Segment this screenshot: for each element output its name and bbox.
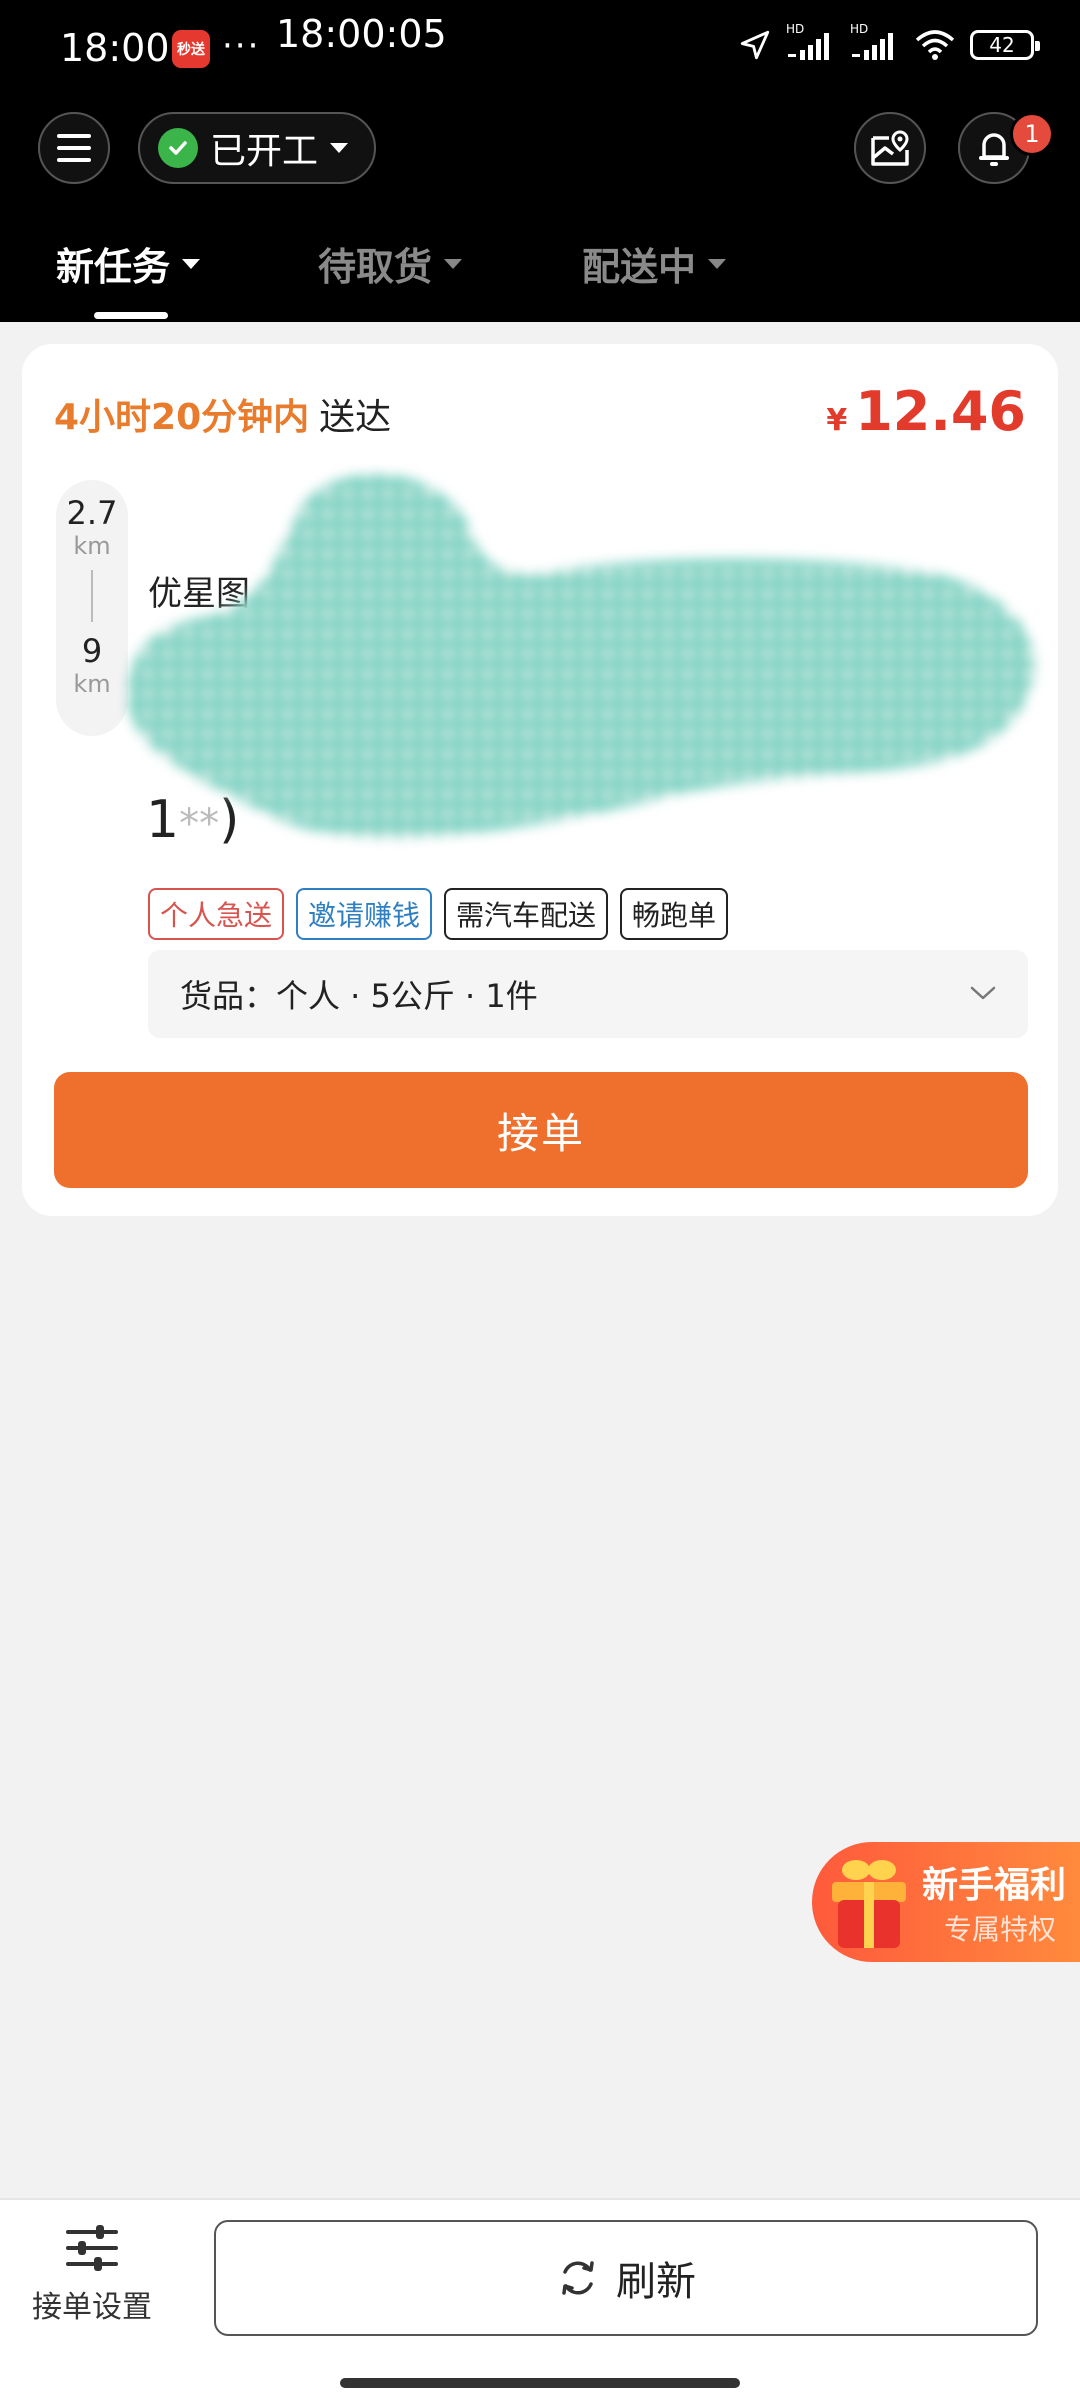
top-bar: 18:00 秒送 ··· 18:00:05 HD HD 42 已开工 1 新任务… xyxy=(0,0,1080,322)
order-settings-button[interactable]: 接单设置 xyxy=(20,2224,164,2326)
signal-2-label: HD xyxy=(850,22,869,36)
hamburger-icon xyxy=(57,134,91,162)
tag-personal-urgent: 个人急送 xyxy=(148,888,285,940)
refresh-icon xyxy=(562,2261,594,2295)
refresh-label: 刷新 xyxy=(616,2259,696,2305)
map-button[interactable] xyxy=(854,112,926,184)
work-status-label: 已开工 xyxy=(210,131,319,172)
tag-car-delivery: 需汽车配送 xyxy=(444,888,609,940)
pickup-distance: 2.7 xyxy=(66,494,118,532)
status-bar: 18:00 秒送 ··· 18:00:05 HD HD 42 xyxy=(0,0,1080,100)
goods-info: 货品：个人 · 5公斤 · 1件 xyxy=(180,977,538,1015)
delivery-distance-unit: km xyxy=(73,670,111,698)
promo-title: 新手福利 xyxy=(922,1865,1067,1906)
order-tags: 个人急送 邀请赚钱 需汽车配送 畅跑单 xyxy=(148,888,729,940)
pickup-distance-unit: km xyxy=(73,532,111,560)
tag-invite-earn[interactable]: 邀请赚钱 xyxy=(296,888,433,940)
caret-down-icon xyxy=(182,258,201,269)
bell-icon xyxy=(979,133,1009,166)
price-amount: 12.46 xyxy=(855,380,1026,443)
active-tab-indicator xyxy=(94,312,168,319)
menu-button[interactable] xyxy=(38,112,110,184)
promo-subtitle: 专属特权 xyxy=(944,1913,1057,1946)
distance-divider xyxy=(91,570,93,622)
signal-1-label: HD xyxy=(786,22,805,36)
tab-label: 新任务 xyxy=(56,245,171,289)
tab-new-tasks[interactable]: 新任务 xyxy=(56,236,201,291)
privacy-mask xyxy=(127,474,1035,838)
caret-down-icon xyxy=(330,143,349,153)
chevron-down-icon xyxy=(970,986,996,1000)
tab-label: 待取货 xyxy=(318,245,433,289)
more-notifications-indicator: ··· xyxy=(222,26,261,66)
status-icons: HD HD 42 xyxy=(738,22,1040,62)
tab-pending-pickup[interactable]: 待取货 xyxy=(318,236,463,291)
status-clock: 18:00:05 xyxy=(276,12,447,56)
sliders-icon xyxy=(66,2225,118,2271)
status-time: 18:00 xyxy=(60,26,170,70)
notification-badge: 1 xyxy=(1010,112,1054,156)
location-icon xyxy=(740,30,770,60)
work-status-toggle[interactable]: 已开工 xyxy=(138,112,376,184)
customer-phone: 1**) xyxy=(146,790,239,850)
order-tabs: 新任务 待取货 配送中 xyxy=(0,230,1080,322)
delivery-eta: 4小时20分钟内 送达 xyxy=(54,388,391,440)
signal-2-icon: HD xyxy=(850,22,900,62)
gift-icon xyxy=(832,1860,906,1948)
bottom-bar: 接单设置 刷新 xyxy=(0,2198,1080,2400)
eta-label: 送达 xyxy=(319,397,392,438)
phone-prefix: 1 xyxy=(146,790,180,850)
order-settings-label: 接单设置 xyxy=(32,2290,152,2325)
phone-suffix: ) xyxy=(219,790,240,850)
tab-label: 配送中 xyxy=(582,245,697,289)
caret-down-icon xyxy=(444,258,463,269)
distance-indicator: 2.7 km 9 km xyxy=(56,480,128,736)
tab-delivering[interactable]: 配送中 xyxy=(582,236,727,291)
check-icon xyxy=(158,128,198,168)
order-price: ¥ 12.46 xyxy=(826,380,1026,443)
tag-smooth-run: 畅跑单 xyxy=(620,888,729,940)
delivery-distance: 9 xyxy=(81,632,103,670)
refresh-button[interactable]: 刷新 xyxy=(214,2220,1038,2336)
map-icon xyxy=(871,130,909,166)
accept-order-button[interactable]: 接单 xyxy=(54,1072,1028,1188)
wifi-icon xyxy=(915,30,955,60)
newbie-benefit-banner[interactable]: 新手福利 专属特权 xyxy=(812,1842,1080,1962)
order-card[interactable]: 4小时20分钟内 送达 ¥ 12.46 2.7 km 9 km 优星图 1**) … xyxy=(22,344,1058,1216)
battery-icon: 42 xyxy=(970,30,1040,60)
caret-down-icon xyxy=(708,258,727,269)
eta-time: 4小时20分钟内 xyxy=(54,397,310,438)
phone-mask: ** xyxy=(179,801,220,847)
app-notification-icon: 秒送 xyxy=(172,30,210,68)
home-indicator[interactable] xyxy=(340,2378,740,2388)
signal-1-icon: HD xyxy=(786,22,836,62)
pickup-address: 优星图 xyxy=(148,574,250,614)
goods-info-row[interactable]: 货品：个人 · 5公斤 · 1件 xyxy=(148,950,1028,1038)
price-currency: ¥ xyxy=(826,403,848,438)
